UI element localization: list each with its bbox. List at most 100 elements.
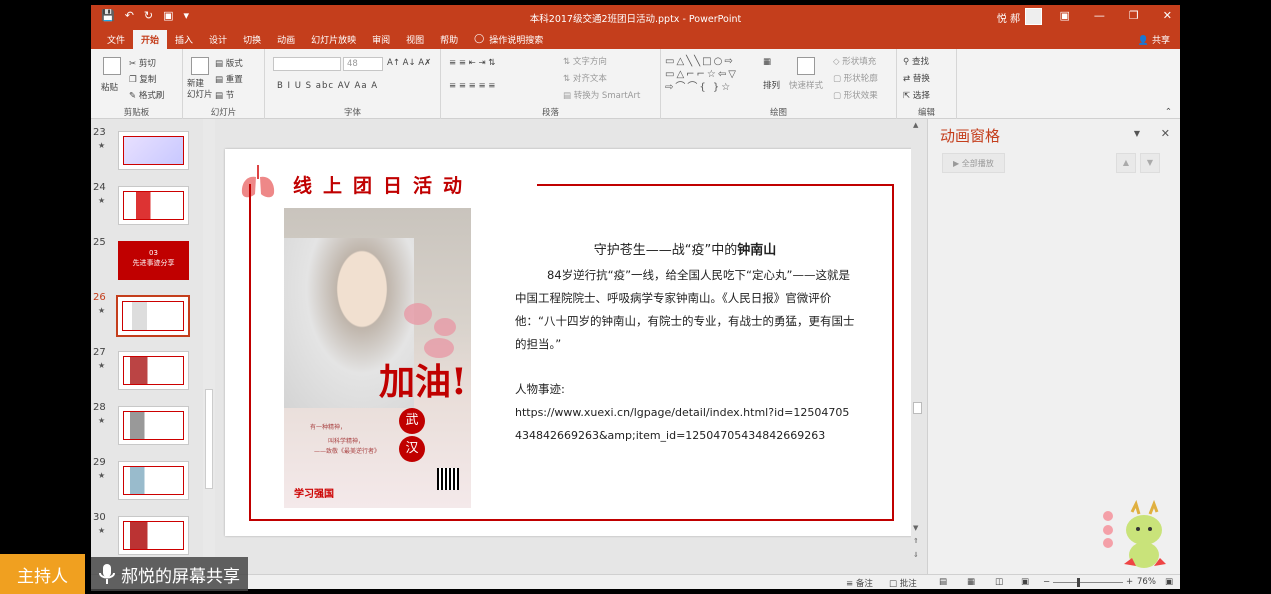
normal-view-icon[interactable]: ▤ [939,577,947,587]
thumbnail-slide-27[interactable] [118,351,189,390]
zoom-level[interactable]: 76% [1137,577,1156,587]
tell-me-search[interactable]: ◯ 操作说明搜索 [474,33,543,46]
shape-effects-label: 形状效果 [843,91,878,101]
microphone-icon [99,564,115,584]
shape-fill-button[interactable]: ◇ 形状填充 [833,55,876,67]
tab-file[interactable]: 文件 [99,30,133,49]
layout-button[interactable]: ▤ 版式 [215,57,243,69]
ribbon-display-options-icon[interactable]: ▣ [1060,9,1070,22]
move-up-icon[interactable]: ▲ [1116,153,1136,173]
poster-image[interactable]: 加油! 武 汉 有一种精神， 叫科学精神， ——致敬《最美逆行者》 学习强国 [284,208,471,508]
thumbnails-scrollbar[interactable] [203,119,215,574]
play-all-label: 全部播放 [961,159,994,168]
thumb-preview [123,136,184,165]
replace-button[interactable]: ⇄ 替换 [903,72,930,84]
next-slide-icon[interactable]: ⇓ [913,551,919,559]
find-button[interactable]: ⚲ 查找 [903,55,929,67]
play-all-button[interactable]: ▶ 全部播放 [942,153,1005,173]
previous-slide-icon[interactable]: ⇑ [913,537,919,545]
alignment-icons[interactable]: ≡ ≡ ≡ ≡ ≡ [449,81,495,91]
slide-textbox[interactable]: 守护苍生——战“疫”中的钟南山 84岁逆行抗“疫”一线，给全国人民吃下“定心丸”… [515,239,855,447]
thumbnail-slide-23[interactable] [118,131,189,170]
zoom-slider-thumb[interactable] [1077,578,1080,587]
thumb-number: 28 [93,402,106,413]
slideshow-view-icon[interactable]: ▣ [1021,577,1029,587]
quick-styles-icon[interactable] [797,57,815,75]
shape-effects-button[interactable]: ▢ 形状效果 [833,89,878,101]
thumbnail-slide-28[interactable] [118,406,189,445]
slide-sorter-icon[interactable]: ▦ [967,577,975,587]
smartart-label: 转换为 SmartArt [573,91,641,101]
deeds-url[interactable]: https://www.xuexi.cn/lgpage/detail/index… [515,401,855,447]
font-size-input[interactable]: 48 [343,57,383,71]
move-down-icon[interactable]: ▼ [1140,153,1160,173]
user-name[interactable]: 悦 郝 [997,10,1020,25]
tab-help[interactable]: 帮助 [432,30,466,49]
canvas-scroll-thumb[interactable] [913,402,922,414]
arrange-icon[interactable]: ▦ [763,57,771,67]
scrollbar-thumb[interactable] [205,389,213,489]
new-slide-icon[interactable] [191,57,209,75]
scroll-down-icon[interactable]: ▼ [913,524,918,532]
reading-view-icon[interactable]: ◫ [995,577,1003,587]
reset-button[interactable]: ▤ 重置 [215,73,243,85]
smartart-button[interactable]: ▤ 转换为 SmartArt [563,89,640,101]
new-slide-button[interactable]: 新建 幻灯片 [187,79,213,101]
align-text-button[interactable]: ⇅ 对齐文本 [563,72,607,84]
quick-styles-button[interactable]: 快速样式 [789,79,823,91]
tab-view[interactable]: 视图 [398,30,432,49]
tell-me-label: 操作说明搜索 [489,35,544,46]
paste-button[interactable]: 粘贴 [101,81,118,93]
scroll-up-icon[interactable]: ▲ [913,121,918,129]
powerpoint-window: 💾 ↶ ↻ ▣ ▾ 本科2017级交通2班团日活动.pptx - PowerPo… [91,5,1180,589]
restore-icon[interactable]: ❐ [1129,9,1139,22]
tab-animations[interactable]: 动画 [269,30,303,49]
tab-review[interactable]: 审阅 [364,30,398,49]
avatar[interactable] [1025,8,1042,25]
pane-options-icon[interactable]: ▼ [1134,129,1140,138]
collapse-ribbon-icon[interactable]: ⌃ [1165,107,1172,117]
fit-slide-icon[interactable]: ▣ [1165,577,1173,587]
close-icon[interactable]: ✕ [1163,9,1172,22]
shape-outline-button[interactable]: ▢ 形状轮廓 [833,72,878,84]
minimize-icon[interactable]: — [1094,9,1105,22]
notes-label: 备注 [855,579,873,589]
share-button[interactable]: 👤 共享 [1138,33,1170,46]
tab-insert[interactable]: 插入 [167,30,201,49]
copy-button[interactable]: ❐ 复制 [129,73,156,85]
select-button[interactable]: ⇱ 选择 [903,89,930,101]
grow-font-icon[interactable]: A↑ A↓ A✗ [387,58,431,68]
shape-fill-label: 形状填充 [842,57,877,67]
thumbnail-slide-26[interactable] [116,295,190,337]
poster-caption-2: 叫科学精神， [328,438,365,445]
thumbnail-slide-30[interactable] [118,516,189,555]
zoom-out-icon[interactable]: − [1043,577,1050,587]
font-family-input[interactable] [273,57,341,71]
notes-button[interactable]: ≡ 备注 [846,577,873,589]
text-direction-button[interactable]: ⇅ 文字方向 [563,55,607,67]
thumbnail-slide-29[interactable] [118,461,189,500]
arrange-button[interactable]: 排列 [763,79,780,91]
format-painter-button[interactable]: ✎ 格式刷 [129,89,164,101]
tab-design[interactable]: 设计 [201,30,235,49]
canvas-scrollbar[interactable]: ▲ ▼ ⇑ ⇓ [911,119,925,574]
section-button[interactable]: ▤ 节 [215,89,234,101]
shapes-gallery[interactable]: ▭△╲╲□○⇨ ▭△⌐⌐☆⇦▽ ⇨⌒⌒{ }☆ [665,55,749,97]
thumbnail-slide-25[interactable]: 03 先进事迹分享 [118,241,189,280]
tab-slideshow[interactable]: 幻灯片放映 [303,30,364,49]
cut-button[interactable]: ✂ 剪切 [129,57,156,69]
bullets-icon[interactable]: ≡ ≡ ⇤ ⇥ ⇅ [449,58,495,68]
zoom-slider[interactable] [1053,578,1123,587]
zoom-in-icon[interactable]: + [1126,577,1133,587]
tab-home[interactable]: 开始 [133,29,168,49]
slides-group: 新建 幻灯片 ▤ 版式 ▤ 重置 ▤ 节 幻灯片 [183,49,265,119]
thumb-preview [123,466,184,495]
current-slide[interactable]: 线上团日活动 加油! 武 汉 有一种精神， 叫科学精神， ——致敬《最美逆行者》… [225,149,913,536]
close-pane-icon[interactable]: ✕ [1161,127,1170,140]
tab-transitions[interactable]: 切换 [235,30,269,49]
thumbnail-slide-24[interactable] [118,186,189,225]
paste-icon[interactable] [103,57,121,75]
animation-star-icon: ★ [98,306,106,315]
font-format-buttons[interactable]: B I U S abc AV Aa A [277,81,378,91]
comments-button[interactable]: □ 批注 [889,577,917,589]
